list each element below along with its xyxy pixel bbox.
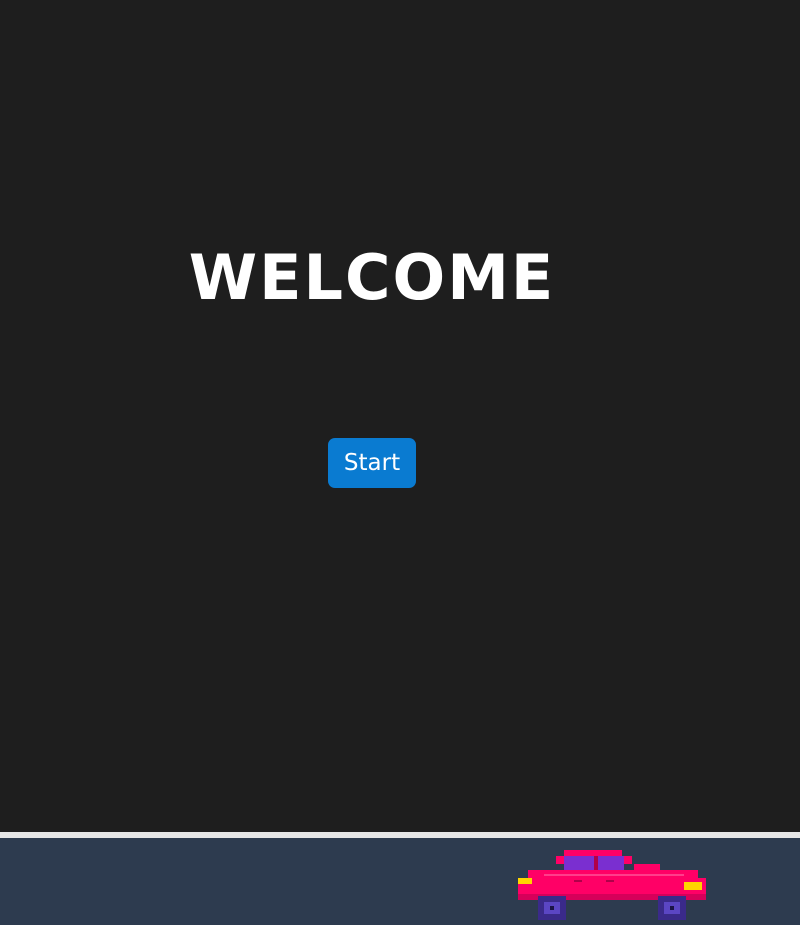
pixel-car-icon xyxy=(518,850,706,920)
road-strip xyxy=(0,838,800,925)
start-button[interactable]: Start xyxy=(328,438,416,488)
welcome-title: WELCOME xyxy=(188,241,556,314)
game-start-screen: WELCOME Start xyxy=(0,0,800,925)
